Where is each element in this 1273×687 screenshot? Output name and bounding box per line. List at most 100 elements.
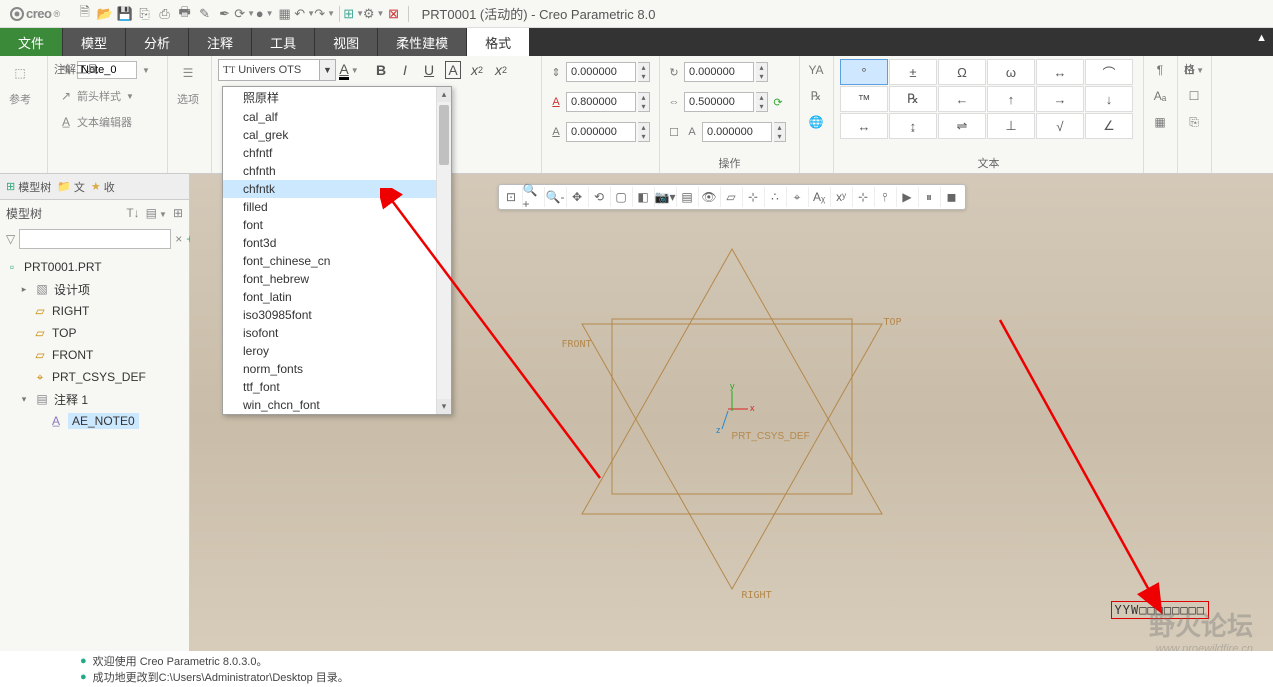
stop-icon[interactable]: ◼ xyxy=(941,187,963,207)
sphere-icon[interactable]: ●▼ xyxy=(256,5,274,23)
symbol-plusminus[interactable]: ± xyxy=(889,59,937,85)
tree-tool3-icon[interactable]: ⊞ xyxy=(173,206,183,220)
font-item[interactable]: win_chcn_font xyxy=(223,396,451,414)
font-item-selected[interactable]: chfntk xyxy=(223,180,451,198)
symbol-rx[interactable]: ℞ xyxy=(889,86,937,112)
font-item[interactable]: isofont xyxy=(223,324,451,342)
zoom-out-icon[interactable]: 🔍- xyxy=(545,187,567,207)
subscript-button[interactable]: x2 xyxy=(490,59,512,81)
tree-tab-folder[interactable]: 📁文 xyxy=(57,179,85,195)
tree-annot[interactable]: ▾▤注释 1 xyxy=(4,388,185,410)
dropdown-scrollbar[interactable]: ▴ ▾ xyxy=(436,87,451,414)
scroll-up-icon[interactable]: ▴ xyxy=(437,87,451,102)
print-icon[interactable]: 🖶 xyxy=(176,5,194,23)
filter-icon[interactable]: ▽ xyxy=(6,232,15,246)
grid-icon[interactable]: ⊹ xyxy=(853,187,875,207)
font-item[interactable]: cal_alf xyxy=(223,108,451,126)
fit-icon[interactable]: ⊡ xyxy=(501,187,523,207)
font-select[interactable]: TT Univers OTS ▼ xyxy=(218,59,336,81)
undo-icon[interactable]: ↶▼ xyxy=(296,5,314,23)
tab-view[interactable]: 视图 xyxy=(315,28,377,56)
tab-tools[interactable]: 工具 xyxy=(252,28,314,56)
new-file-icon[interactable]: 🗎 xyxy=(76,5,94,23)
symbol-updown[interactable]: ↔ xyxy=(1036,59,1084,85)
text-editor-button[interactable]: A̲文本编辑器 xyxy=(54,111,161,133)
font-item[interactable]: font_latin xyxy=(223,288,451,306)
tree-tab-model[interactable]: ⊞模型树 xyxy=(6,179,51,195)
font-item[interactable]: font xyxy=(223,216,451,234)
tree-tool1-icon[interactable]: T↓ xyxy=(126,206,139,220)
font-item[interactable]: 照原样 xyxy=(223,87,451,108)
tree-toggle-icon[interactable]: ⊞▼ xyxy=(345,5,363,23)
tab-model[interactable]: 模型 xyxy=(63,28,125,56)
box-button[interactable]: A xyxy=(442,59,464,81)
font-item[interactable]: font_chinese_cn xyxy=(223,252,451,270)
symbol-arc[interactable]: ⌒ xyxy=(1085,59,1133,85)
filter-clear-icon[interactable]: × xyxy=(175,232,182,246)
symbol-down[interactable]: ↓ xyxy=(1085,86,1133,112)
copy-icon[interactable]: ⎘ xyxy=(136,5,154,23)
font-item[interactable]: leroy xyxy=(223,342,451,360)
aa-button[interactable]: Aₐ xyxy=(1150,85,1170,107)
paste-icon[interactable]: ⎙ xyxy=(156,5,174,23)
save-icon[interactable]: 💾 xyxy=(116,5,134,23)
abc-button[interactable]: ℞ xyxy=(806,85,826,107)
tree-note[interactable]: A̲AE_NOTE0 xyxy=(4,410,185,432)
underline-button[interactable]: U xyxy=(418,59,440,81)
spinner[interactable]: ▴▾ xyxy=(638,62,650,82)
symbol-right[interactable]: → xyxy=(1036,86,1084,112)
font-item[interactable]: chfntf xyxy=(223,144,451,162)
visibility-icon[interactable]: 👁 xyxy=(699,187,721,207)
superscript-button[interactable]: x2 xyxy=(466,59,488,81)
shade-icon[interactable]: ◧ xyxy=(633,187,655,207)
filter-input[interactable] xyxy=(19,229,171,249)
symbol-up[interactable]: ↑ xyxy=(987,86,1035,112)
para-button[interactable]: ¶ xyxy=(1150,59,1170,81)
tree-tab-fav[interactable]: ★收 xyxy=(91,179,115,195)
tab-format[interactable]: 格式 xyxy=(467,28,529,56)
tree-top[interactable]: ▱TOP xyxy=(4,322,185,344)
symbol-omega-cap[interactable]: Ω xyxy=(938,59,986,85)
symbol-perp[interactable]: ⊥ xyxy=(987,113,1035,139)
zoom-in-icon[interactable]: 🔍+ xyxy=(523,187,545,207)
tool2-icon[interactable]: ✒ xyxy=(216,5,234,23)
symbol-degree[interactable]: ° xyxy=(840,59,888,85)
xy-icon[interactable]: xʸ xyxy=(831,187,853,207)
csys-icon[interactable]: ⌖ xyxy=(787,187,809,207)
font-item[interactable]: font_hebrew xyxy=(223,270,451,288)
reference-button[interactable]: ⬚ xyxy=(6,59,34,87)
symbol-tm[interactable]: ™ xyxy=(840,86,888,112)
hatch-button[interactable]: ▦ xyxy=(1150,111,1170,133)
font-dropdown-arrow[interactable]: ▼ xyxy=(319,60,335,80)
font-item[interactable]: chfnth xyxy=(223,162,451,180)
height2-input[interactable]: 0.800000 xyxy=(566,92,636,112)
ya-button[interactable]: YA xyxy=(806,59,826,81)
tab-annotate[interactable]: 注释 xyxy=(189,28,251,56)
bold-button[interactable]: B xyxy=(370,59,392,81)
scroll-down-icon[interactable]: ▾ xyxy=(437,399,451,414)
num-c[interactable]: 0.000000 xyxy=(702,122,772,142)
tool1-icon[interactable]: ✎ xyxy=(196,5,214,23)
font-item[interactable]: ttf_font xyxy=(223,378,451,396)
plane-icon[interactable]: ▱ xyxy=(721,187,743,207)
tree-front[interactable]: ▱FRONT xyxy=(4,344,185,366)
tab-file[interactable]: 文件 xyxy=(0,28,62,56)
open-icon[interactable]: 📂 xyxy=(96,5,114,23)
annot-view-icon[interactable]: Aᵪ xyxy=(809,187,831,207)
redo-icon[interactable]: ↷▼ xyxy=(316,5,334,23)
tree-root[interactable]: ▫PRT0001.PRT xyxy=(4,256,185,278)
pan-icon[interactable]: ✥ xyxy=(567,187,589,207)
tab-analysis[interactable]: 分析 xyxy=(126,28,188,56)
windows-icon[interactable]: ▦ xyxy=(276,5,294,23)
num-b[interactable]: 0.500000 xyxy=(684,92,754,112)
play-icon[interactable]: ▶ xyxy=(897,187,919,207)
extra3-button[interactable]: ⎘ xyxy=(1184,111,1204,133)
tree-tool2-icon[interactable]: ▤▼ xyxy=(146,206,167,220)
refresh-icon[interactable]: ⟳ xyxy=(770,94,786,110)
tree-right[interactable]: ▱RIGHT xyxy=(4,300,185,322)
italic-button[interactable]: I xyxy=(394,59,416,81)
extra2-button[interactable]: ☐ xyxy=(1184,85,1204,107)
height1-input[interactable]: 0.000000 xyxy=(566,62,636,82)
symbol-sqrt[interactable]: √ xyxy=(1036,113,1084,139)
height3-input[interactable]: 0.000000 xyxy=(566,122,636,142)
